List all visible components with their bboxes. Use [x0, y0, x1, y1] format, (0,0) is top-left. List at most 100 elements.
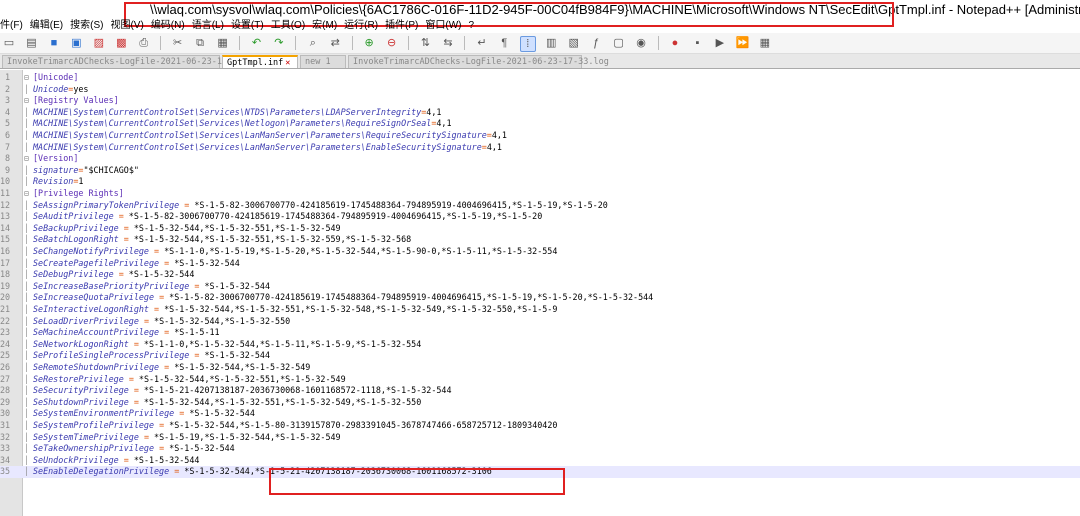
code-line[interactable]: 35 │ SeEnableDelegationPrivilege = *S-1-5-…: [0, 466, 1080, 478]
monitoring-icon[interactable]: ◉: [634, 36, 648, 50]
code-line[interactable]: 6 │ MACHINE\System\CurrentControlSet\Servi…: [0, 130, 1080, 142]
editor-area[interactable]: 1 ⊟ [Unicode] 2 │ Unicode=yes 3 ⊟ [Registry Valu…: [0, 70, 1080, 516]
function-list-icon[interactable]: ƒ: [589, 36, 603, 50]
save-macro-icon[interactable]: ▦: [758, 36, 772, 50]
code-line[interactable]: 29 │ SeShutdownPrivilege = *S-1-5-32-544,*…: [0, 397, 1080, 409]
code-line[interactable]: 14 │ SeBackupPrivilege = *S-1-5-32-544,*S-…: [0, 223, 1080, 235]
code-line[interactable]: 8 ⊟ [Version]: [0, 153, 1080, 165]
paste-icon[interactable]: ▦: [216, 36, 230, 50]
indent-guide-icon[interactable]: ⁞: [519, 36, 536, 52]
line-number: 25: [0, 350, 11, 361]
sync-horizontal-icon[interactable]: ⇆: [441, 36, 455, 50]
menu-item[interactable]: 语言(L): [192, 20, 224, 31]
setting-value: *S-1-5-32-544: [128, 454, 200, 465]
menu-item[interactable]: 宏(M): [312, 20, 337, 31]
zoom-out-icon[interactable]: ⊖: [385, 36, 399, 50]
code-line[interactable]: 33 │ SeTakeOwnershipPrivilege = *S-1-5-32-…: [0, 443, 1080, 455]
line-number: 32: [0, 431, 11, 442]
redo-icon[interactable]: ↷: [272, 36, 286, 50]
code-line[interactable]: 19 │ SeIncreaseBasePriorityPrivilege = *S-…: [0, 281, 1080, 293]
show-all-chars-icon[interactable]: ¶: [497, 36, 511, 50]
run-macro-multiple-icon[interactable]: ⏩: [735, 36, 749, 50]
setting-value: 4,1: [491, 130, 507, 140]
save-icon[interactable]: ■: [47, 36, 61, 50]
code-line[interactable]: 15 │ SeBatchLogonRight = *S-1-5-32-544,*S-…: [0, 234, 1080, 246]
close-all-icon[interactable]: ▩: [114, 36, 128, 50]
fold-toggle-icon[interactable]: ⊟: [24, 72, 29, 84]
code-line[interactable]: 27 │ SeRestorePrivilege = *S-1-5-32-544,*S…: [0, 374, 1080, 386]
code-line[interactable]: 25 │ SeProfileSingleProcessPrivilege = *S-…: [0, 350, 1080, 362]
tab-logfile-1[interactable]: InvokeTrimarcADChecks-LogFile-2021-06-23…: [2, 55, 263, 68]
folder-workspace-icon[interactable]: ▢: [612, 36, 626, 50]
menu-item[interactable]: 设置(T): [231, 20, 264, 31]
save-all-icon[interactable]: ▣: [69, 36, 83, 50]
menu-item[interactable]: 运行(R): [344, 20, 378, 31]
new-file-icon[interactable]: ▭: [2, 36, 16, 50]
code-text: Unicode=yes: [33, 84, 88, 96]
record-macro-icon[interactable]: ●: [668, 36, 682, 50]
code-line[interactable]: 4 │ MACHINE\System\CurrentControlSet\Servi…: [0, 107, 1080, 119]
code-line[interactable]: 22 │ SeLoadDriverPrivilege = *S-1-5-32-544…: [0, 316, 1080, 328]
menu-item[interactable]: 件(F): [0, 20, 23, 31]
code-line[interactable]: 26 │ SeRemoteShutdownPrivilege = *S-1-5-32…: [0, 362, 1080, 374]
line-number: 29: [0, 396, 11, 407]
code-line[interactable]: 34 │ SeUndockPrivilege = *S-1-5-32-544: [0, 455, 1080, 467]
print-icon[interactable]: ⎙: [137, 36, 151, 50]
menu-item[interactable]: ?: [469, 20, 475, 31]
tab-bar: InvokeTrimarcADChecks-LogFile-2021-06-23…: [0, 54, 1080, 69]
code-line[interactable]: 21 │ SeInteractiveLogonRight = *S-1-5-32-5…: [0, 304, 1080, 316]
replace-icon[interactable]: ⇄: [328, 36, 342, 50]
menu-item[interactable]: 搜索(S): [70, 20, 103, 31]
cut-icon[interactable]: ✂: [171, 36, 185, 50]
sync-vertical-icon[interactable]: ⇅: [419, 36, 433, 50]
code-line[interactable]: 3 ⊟ [Registry Values]: [0, 95, 1080, 107]
tab-logfile-2[interactable]: InvokeTrimarcADChecks-LogFile-2021-06-23…: [348, 55, 609, 68]
fold-toggle-icon[interactable]: ⊟: [24, 95, 29, 107]
find-icon[interactable]: ⌕: [306, 36, 320, 50]
code-line[interactable]: 31 │ SeSystemProfilePrivilege = *S-1-5-32-…: [0, 420, 1080, 432]
code-line[interactable]: 20 │ SeIncreaseQuotaPrivilege = *S-1-5-82-…: [0, 292, 1080, 304]
code-line[interactable]: 11 ⊟ [Privilege Rights]: [0, 188, 1080, 200]
code-line[interactable]: 5 │ MACHINE\System\CurrentControlSet\Servi…: [0, 118, 1080, 130]
copy-icon[interactable]: ⧉: [193, 36, 207, 50]
code-line[interactable]: 2 │ Unicode=yes: [0, 84, 1080, 96]
code-line[interactable]: 16 │ SeChangeNotifyPrivilege = *S-1-1-0,*S…: [0, 246, 1080, 258]
code-line[interactable]: 23 │ SeMachineAccountPrivilege = *S-1-5-11: [0, 327, 1080, 339]
code-line[interactable]: 7 │ MACHINE\System\CurrentControlSet\Servi…: [0, 142, 1080, 154]
code-line[interactable]: 18 │ SeDebugPrivilege = *S-1-5-32-544: [0, 269, 1080, 281]
open-file-icon[interactable]: ▤: [24, 36, 38, 50]
udl-icon[interactable]: ▥: [544, 36, 558, 50]
setting-value: *S-1-5-32-544,*S-1-5-32-551,*S-1-5-32-54…: [128, 222, 341, 233]
word-wrap-icon[interactable]: ↵: [475, 36, 489, 50]
code-line[interactable]: 30 │ SeSystemEnvironmentPrivilege = *S-1-5…: [0, 408, 1080, 420]
fold-line: │: [24, 455, 29, 465]
code-line[interactable]: 10 │ Revision=1: [0, 176, 1080, 188]
tab-new-1[interactable]: new 1: [300, 55, 346, 68]
undo-icon[interactable]: ↶: [249, 36, 263, 50]
code-line[interactable]: 12 │ SeAssignPrimaryTokenPrivilege = *S-1-…: [0, 200, 1080, 212]
code-line[interactable]: 1 ⊟ [Unicode]: [0, 72, 1080, 84]
fold-toggle-icon[interactable]: ⊟: [24, 153, 29, 165]
setting-value: *S-1-5-82-3006700770-424185619-174548836…: [189, 199, 608, 210]
code-line[interactable]: 32 │ SeSystemTimePrivilege = *S-1-5-19,*S-…: [0, 432, 1080, 444]
close-file-icon[interactable]: ▨: [92, 36, 106, 50]
menu-item[interactable]: 编码(N): [151, 20, 185, 31]
play-macro-icon[interactable]: ▶: [713, 36, 727, 50]
code-line[interactable]: 28 │ SeSecurityPrivilege = *S-1-5-21-42071…: [0, 385, 1080, 397]
code-line[interactable]: 24 │ SeNetworkLogonRight = *S-1-1-0,*S-1-5…: [0, 339, 1080, 351]
menu-item[interactable]: 工具(O): [271, 20, 305, 31]
doc-map-icon[interactable]: ▧: [567, 36, 581, 50]
code-line[interactable]: 13 │ SeAuditPrivilege = *S-1-5-82-30067007…: [0, 211, 1080, 223]
menu-item[interactable]: 编辑(E): [30, 20, 63, 31]
section-header: [Registry Values]: [33, 95, 119, 106]
tab-gpttmpl[interactable]: GptTmpl.inf ✕: [222, 55, 298, 68]
code-line[interactable]: 17 │ SeCreatePagefilePrivilege = *S-1-5-32…: [0, 258, 1080, 270]
zoom-in-icon[interactable]: ⊕: [362, 36, 376, 50]
fold-toggle-icon[interactable]: ⊟: [24, 188, 29, 200]
menu-item[interactable]: 窗口(W): [425, 20, 461, 31]
menu-item[interactable]: 插件(P): [385, 20, 418, 31]
close-tab-icon[interactable]: ✕: [285, 58, 290, 68]
stop-macro-icon[interactable]: ▪: [690, 36, 704, 50]
menu-item[interactable]: 视图(V): [110, 20, 143, 31]
code-line[interactable]: 9 │ signature="$CHICAGO$": [0, 165, 1080, 177]
